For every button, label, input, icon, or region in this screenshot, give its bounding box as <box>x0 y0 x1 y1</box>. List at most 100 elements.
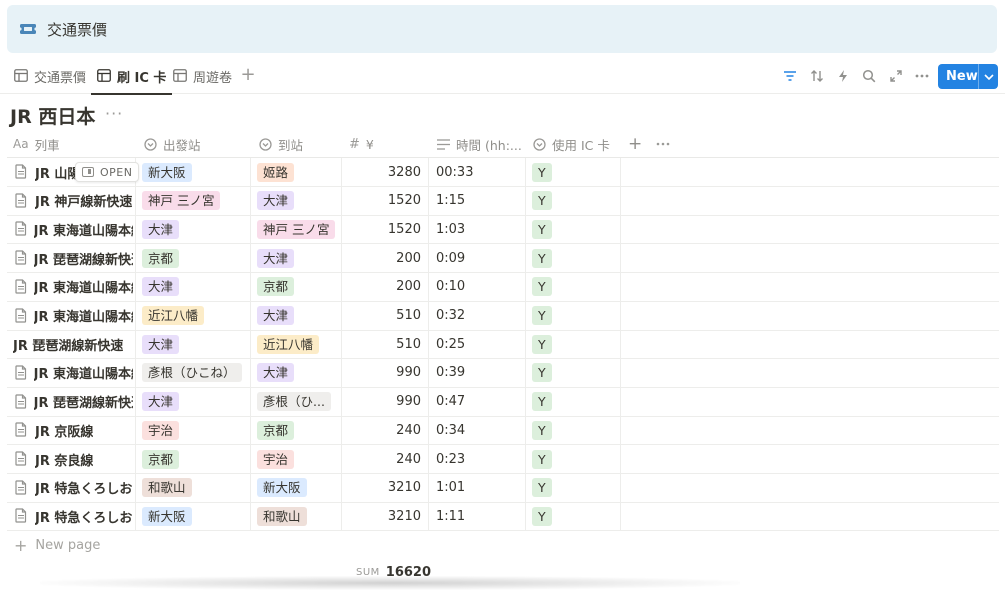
price-cell[interactable]: 990 <box>341 388 429 416</box>
departure-station-cell[interactable]: 大津 <box>142 388 254 416</box>
train-name-cell[interactable]: JR 東海道山陽本線 <box>15 359 133 387</box>
filter-icon[interactable] <box>781 68 799 84</box>
ic-card-cell[interactable]: Y <box>532 273 622 301</box>
price-cell[interactable]: 510 <box>341 302 429 330</box>
arrival-station-cell[interactable]: 和歌山 <box>257 502 345 530</box>
column-header-time[interactable]: 時間 (hh:... <box>437 130 522 158</box>
column-header-to[interactable]: 到站 <box>259 130 303 158</box>
train-name-cell[interactable]: JR 東海道山陽本線 <box>15 273 133 301</box>
new-page-button[interactable]: + New page <box>14 534 100 556</box>
train-name-cell[interactable]: JR 特急くろしお <box>15 474 133 502</box>
price-cell[interactable]: 3210 <box>341 502 429 530</box>
arrival-station-cell[interactable]: 近江八幡 <box>257 330 345 358</box>
time-cell[interactable]: 00:33 <box>436 158 526 186</box>
time-cell[interactable]: 0:09 <box>436 244 526 272</box>
table-row[interactable]: JR 東海道山陽本線 大津 京都 200 0:10 Y <box>7 273 999 302</box>
time-cell[interactable]: 0:23 <box>436 445 526 473</box>
train-name-cell[interactable]: JR 奈良線 <box>15 445 133 473</box>
price-cell[interactable]: 200 <box>341 244 429 272</box>
ic-card-cell[interactable]: Y <box>532 302 622 330</box>
time-cell[interactable]: 0:32 <box>436 302 526 330</box>
table-row[interactable]: JR 琵琶湖線新快速 大津 彥根（ひ... 990 0:47 Y <box>7 388 999 417</box>
departure-station-cell[interactable]: 新大阪 <box>142 502 254 530</box>
time-cell[interactable]: 0:25 <box>436 330 526 358</box>
arrival-station-cell[interactable]: 京都 <box>257 273 345 301</box>
database-more-icon[interactable]: ··· <box>105 104 123 123</box>
train-name-cell[interactable]: JR 琵琶湖線新快速 <box>13 330 135 358</box>
departure-station-cell[interactable]: 新大阪 <box>142 158 254 186</box>
search-icon[interactable] <box>860 68 878 84</box>
ic-card-cell[interactable]: Y <box>532 215 622 243</box>
departure-station-cell[interactable]: 京都 <box>142 445 254 473</box>
time-cell[interactable]: 0:10 <box>436 273 526 301</box>
table-row[interactable]: JR 東海道山陽本線 彥根（ひこね） 大津 990 0:39 Y <box>7 359 999 388</box>
time-cell[interactable]: 1:15 <box>436 187 526 215</box>
database-title[interactable]: JR 西日本 <box>10 102 95 129</box>
sort-icon[interactable] <box>808 68 826 84</box>
table-row[interactable]: JR 琵琶湖線新快速 大津 近江八幡 510 0:25 Y <box>7 330 999 360</box>
price-cell[interactable]: 510 <box>341 330 429 358</box>
departure-station-cell[interactable]: 京都 <box>142 244 254 272</box>
time-cell[interactable]: 1:01 <box>436 474 526 502</box>
ic-card-cell[interactable]: Y <box>532 158 622 186</box>
table-row[interactable]: JR 特急くろしお 和歌山 新大阪 3210 1:01 Y <box>7 474 999 503</box>
add-column-icon[interactable]: + <box>628 130 642 158</box>
price-cell[interactable]: 990 <box>341 359 429 387</box>
train-name-cell[interactable]: JR 京阪線 <box>15 416 133 444</box>
price-cell[interactable]: 1520 <box>341 215 429 243</box>
arrival-station-cell[interactable]: 神戸 三ノ宮 <box>257 215 345 243</box>
time-cell[interactable]: 0:34 <box>436 416 526 444</box>
table-row[interactable]: JR 東海道山陽本線 近江八幡 大津 510 0:32 Y <box>7 302 999 331</box>
train-name-cell[interactable]: JR 東海道山陽本線 <box>15 302 133 330</box>
arrival-station-cell[interactable]: 宇治 <box>257 445 345 473</box>
arrival-station-cell[interactable]: 大津 <box>257 302 345 330</box>
arrival-station-cell[interactable]: 大津 <box>257 359 345 387</box>
price-cell[interactable]: 3210 <box>341 474 429 502</box>
column-header-from[interactable]: 出發站 <box>144 130 201 158</box>
arrival-station-cell[interactable]: 大津 <box>257 244 345 272</box>
departure-station-cell[interactable]: 大津 <box>142 215 254 243</box>
train-name-cell[interactable]: JR 東海道山陽本線 <box>15 215 133 243</box>
chevron-down-icon[interactable] <box>979 73 998 80</box>
ic-card-cell[interactable]: Y <box>532 388 622 416</box>
price-cell[interactable]: 200 <box>341 273 429 301</box>
time-cell[interactable]: 1:11 <box>436 502 526 530</box>
table-row[interactable]: JR 山陽 OPEN 新大阪 姬路 3280 00:33 Y <box>7 158 999 187</box>
ic-card-cell[interactable]: Y <box>532 445 622 473</box>
ic-card-cell[interactable]: Y <box>532 416 622 444</box>
departure-station-cell[interactable]: 宇治 <box>142 416 254 444</box>
lightning-icon[interactable] <box>834 68 852 84</box>
table-row[interactable]: JR 奈良線 京都 宇治 240 0:23 Y <box>7 445 999 474</box>
arrival-station-cell[interactable]: 新大阪 <box>257 474 345 502</box>
add-view-icon[interactable]: + <box>240 66 256 85</box>
train-name-cell[interactable]: JR 特急くろしお <box>15 502 133 530</box>
departure-station-cell[interactable]: 大津 <box>142 330 254 358</box>
train-name-cell[interactable]: JR 琵琶湖線新快速 <box>15 388 133 416</box>
time-cell[interactable]: 0:39 <box>436 359 526 387</box>
tab-fares[interactable]: 交通票價 <box>14 58 86 94</box>
price-cell[interactable]: 240 <box>341 445 429 473</box>
tab-pass[interactable]: 周遊卷 <box>173 58 232 94</box>
price-cell[interactable]: 240 <box>341 416 429 444</box>
departure-station-cell[interactable]: 和歌山 <box>142 474 254 502</box>
tab-ic-card[interactable]: 刷 IC 卡 <box>90 58 173 95</box>
open-button[interactable]: OPEN <box>75 162 140 182</box>
column-header-ic[interactable]: 使用 IC 卡 <box>533 130 610 158</box>
ic-card-cell[interactable]: Y <box>532 359 622 387</box>
ic-card-cell[interactable]: Y <box>532 244 622 272</box>
departure-station-cell[interactable]: 近江八幡 <box>142 302 254 330</box>
table-row[interactable]: JR 特急くろしお 新大阪 和歌山 3210 1:11 Y <box>7 502 999 532</box>
table-row[interactable]: JR 京阪線 宇治 京都 240 0:34 Y <box>7 416 999 446</box>
departure-station-cell[interactable]: 大津 <box>142 273 254 301</box>
ic-card-cell[interactable]: Y <box>532 502 622 530</box>
arrival-station-cell[interactable]: 京都 <box>257 416 345 444</box>
more-icon[interactable] <box>913 68 931 84</box>
arrival-station-cell[interactable]: 姬路 <box>257 158 345 186</box>
price-cell[interactable]: 3280 <box>341 158 429 186</box>
arrival-station-cell[interactable]: 彥根（ひ... <box>257 388 345 416</box>
table-row[interactable]: JR 神戸線新快速 神戸 三ノ宮 大津 1520 1:15 Y <box>7 187 999 216</box>
price-cell[interactable]: 1520 <box>341 187 429 215</box>
column-header-name[interactable]: Aa 列車 <box>13 130 60 158</box>
ic-card-cell[interactable]: Y <box>532 474 622 502</box>
departure-station-cell[interactable]: 神戸 三ノ宮 <box>142 187 254 215</box>
